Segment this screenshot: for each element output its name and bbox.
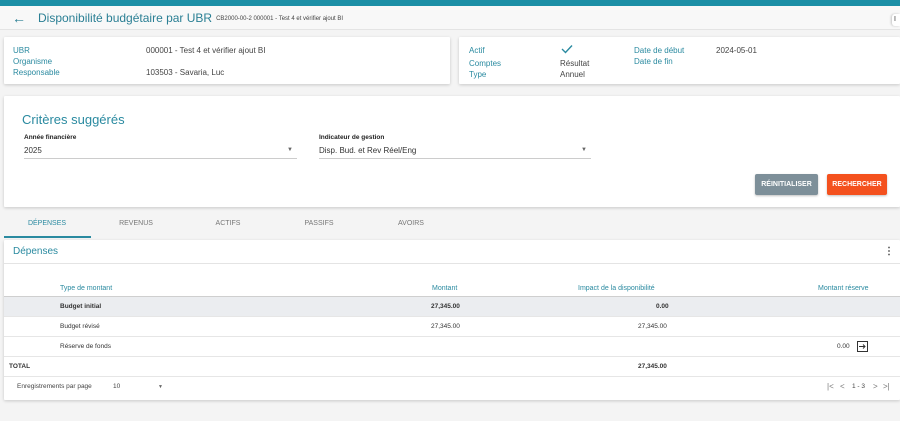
active-tab-indicator <box>4 236 91 238</box>
table-row[interactable]: Budget révisé 27,345.00 27,345.00 <box>4 317 900 337</box>
tab-depenses[interactable]: DÉPENSES <box>7 220 87 227</box>
row-impact: 27,345.00 <box>638 323 667 330</box>
chevron-down-icon[interactable]: ▼ <box>287 147 293 153</box>
actif-label: Actif <box>469 46 485 55</box>
ubr-label: UBR <box>13 46 30 55</box>
tab-revenus[interactable]: REVENUS <box>96 220 176 227</box>
tab-avoirs[interactable]: AVOIRS <box>371 220 451 227</box>
table-row[interactable]: Réserve de fonds 0.00 <box>4 337 900 357</box>
last-page-icon[interactable]: >| <box>883 382 890 391</box>
table-row[interactable]: Budget initial 27,345.00 0.00 <box>4 297 900 317</box>
page-header: ← Disponibilité budgétaire par UBR CB200… <box>0 6 900 30</box>
chevron-down-icon[interactable]: ▼ <box>158 384 163 390</box>
criteria-title: Critères suggérés <box>22 112 125 127</box>
date-debut-value: 2024-05-01 <box>716 46 757 55</box>
indicator-label: Indicateur de gestion <box>319 134 385 141</box>
arrow-left-icon[interactable]: ← <box>0 10 38 26</box>
page-subtitle: CB2000-00-2 000001 - Test 4 et vérifier … <box>216 15 344 22</box>
year-label: Année financière <box>24 134 77 141</box>
check-icon <box>560 42 574 56</box>
responsable-value: 103503 - Savaria, Luc <box>146 68 225 77</box>
ubr-value: 000001 - Test 4 et vérifier ajout BI <box>146 46 266 55</box>
corner-badge[interactable]: I <box>892 14 900 26</box>
row-montant: 27,345.00 <box>431 323 460 330</box>
responsable-label: Responsable <box>13 68 60 77</box>
reset-button[interactable]: RÉINITIALISER <box>755 174 818 195</box>
total-impact: 27,345.00 <box>638 363 667 370</box>
total-label: TOTAL <box>9 363 31 370</box>
type-label: Type <box>469 70 487 79</box>
indicator-select[interactable]: Disp. Bud. et Rev Réel/Eng <box>319 146 416 155</box>
per-page-label: Enregistrements par page <box>17 383 92 390</box>
col-header-type[interactable]: Type de montant <box>60 285 112 292</box>
row-type: Réserve de fonds <box>60 343 111 350</box>
date-debut-label: Date de début <box>634 46 685 55</box>
previous-page-icon[interactable]: < <box>840 382 845 391</box>
col-header-montant[interactable]: Montant <box>432 285 457 292</box>
date-fin-label: Date de fin <box>634 57 673 66</box>
tab-actifs[interactable]: ACTIFS <box>188 220 268 227</box>
section-divider <box>4 263 900 264</box>
ubr-info-card <box>4 37 450 84</box>
more-vertical-icon[interactable]: ⋮ <box>884 246 894 257</box>
chevron-down-icon[interactable]: ▼ <box>581 147 587 153</box>
section-title: Dépenses <box>13 246 59 257</box>
export-icon[interactable] <box>856 340 869 353</box>
first-page-icon[interactable]: |< <box>827 382 834 391</box>
row-montant: 27,345.00 <box>431 303 460 310</box>
row-impact: 0.00 <box>656 303 669 310</box>
comptes-value: Résultat <box>560 59 590 68</box>
indicator-select-underline <box>319 158 591 159</box>
page-range: 1 - 3 <box>852 383 866 390</box>
type-value: Annuel <box>560 70 585 79</box>
year-select-underline <box>24 158 297 159</box>
total-row: TOTAL 27,345.00 <box>4 357 900 377</box>
organisme-label: Organisme <box>13 57 53 66</box>
per-page-select[interactable]: 10 <box>113 383 120 390</box>
next-page-icon[interactable]: > <box>873 382 878 391</box>
ubr-status-card <box>459 37 900 84</box>
search-button[interactable]: RECHERCHER <box>827 174 887 195</box>
col-header-impact[interactable]: Impact de la disponibilité <box>578 285 655 292</box>
comptes-label: Comptes <box>469 59 502 68</box>
year-select[interactable]: 2025 <box>24 146 42 155</box>
page-title: Disponibilité budgétaire par UBR <box>38 10 213 25</box>
row-type: Budget révisé <box>60 323 100 330</box>
col-header-reserve[interactable]: Montant réserve <box>818 285 869 292</box>
tab-passifs[interactable]: PASSIFS <box>279 220 359 227</box>
row-type: Budget initial <box>60 303 102 310</box>
row-reserve: 0.00 <box>837 343 850 350</box>
